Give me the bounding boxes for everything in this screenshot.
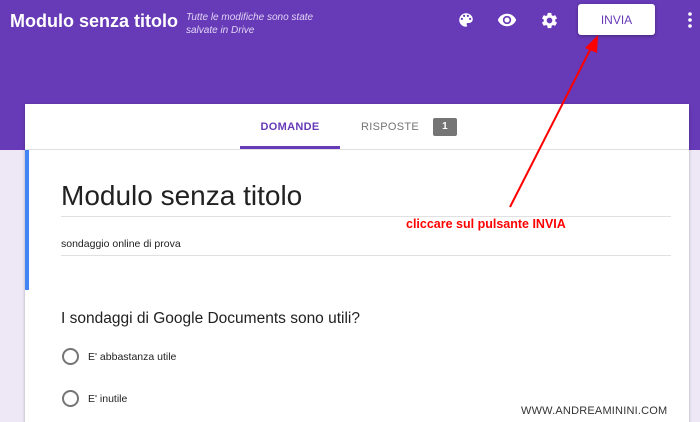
watermark: WWW.ANDREAMININI.COM — [521, 405, 668, 417]
annotation-arrow — [509, 35, 598, 208]
annotation-text: cliccare sul pulsante INVIA — [406, 217, 566, 231]
